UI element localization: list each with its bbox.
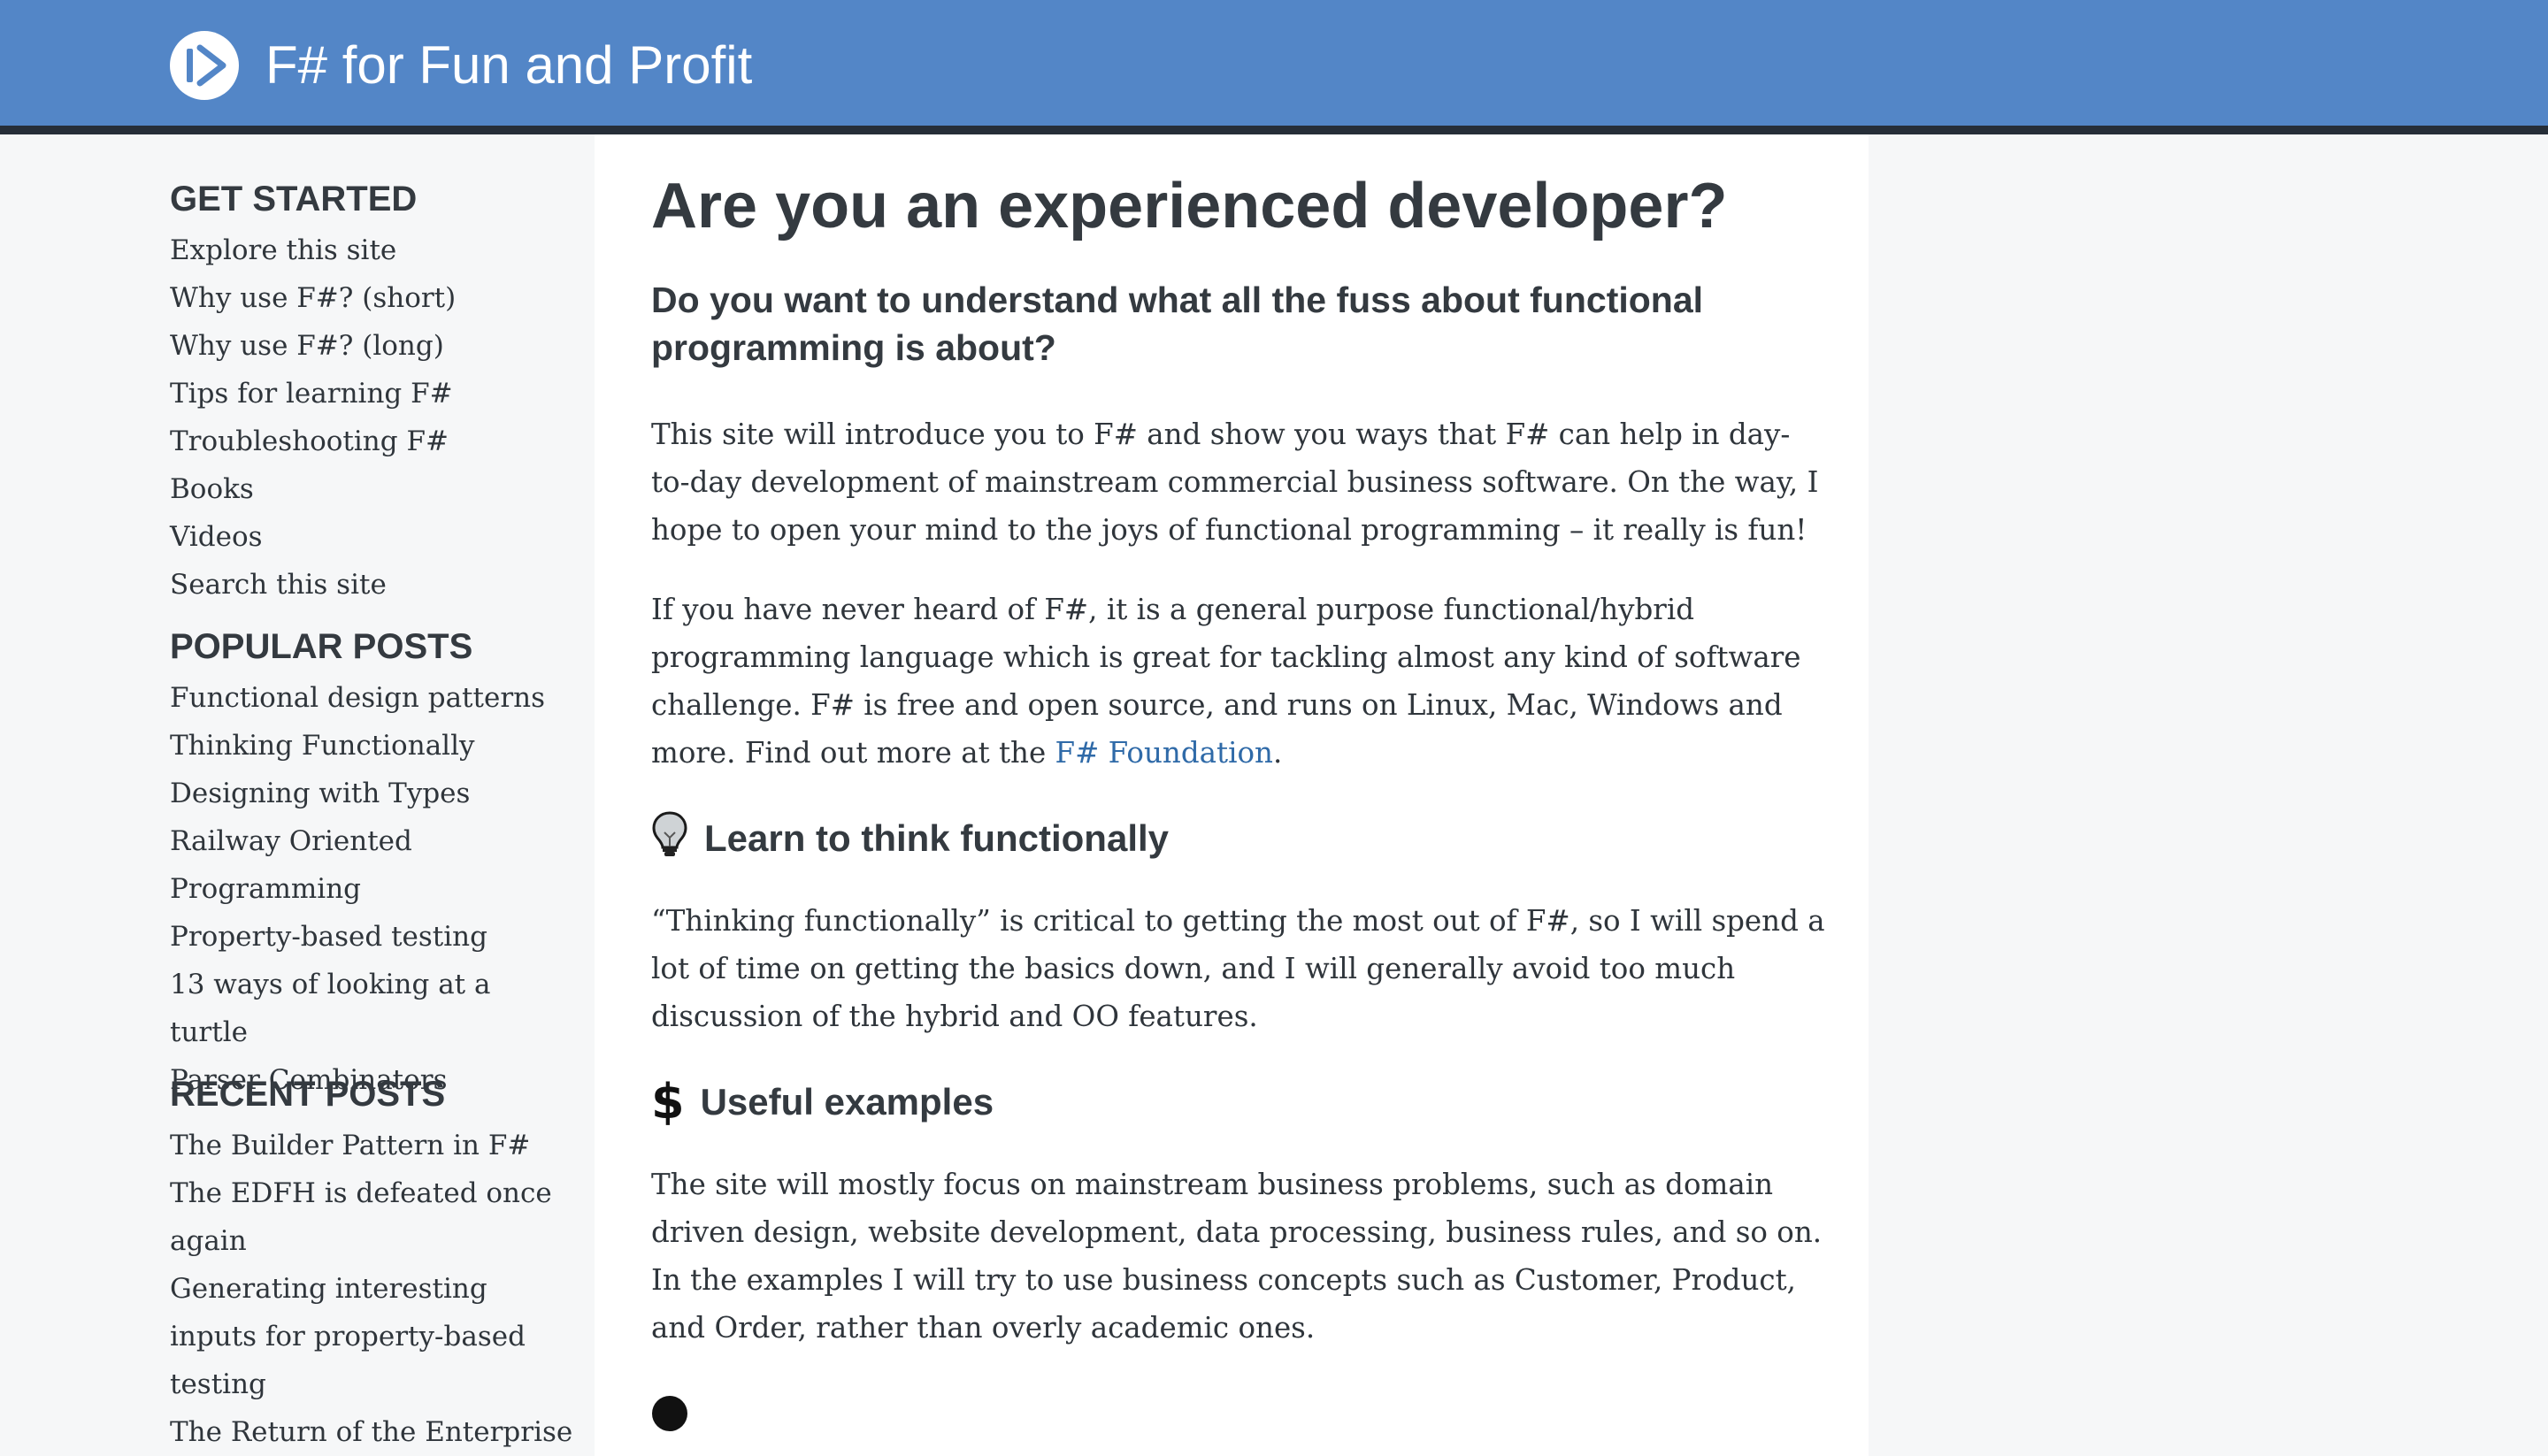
sidebar-item-explore[interactable]: Explore this site bbox=[170, 226, 577, 274]
section-heading-useful-examples: $ Useful examples bbox=[651, 1076, 1828, 1129]
sidebar-item-functional-design-patterns[interactable]: Functional design patterns bbox=[170, 674, 577, 722]
main-content: Are you an experienced developer? Do you… bbox=[595, 134, 1869, 1456]
fsharp-paragraph: If you have never heard of F#, it is a g… bbox=[651, 586, 1828, 777]
sidebar-list-get-started: Explore this site Why use F#? (short) Wh… bbox=[170, 226, 577, 609]
sidebar-item-generating-inputs[interactable]: Generating interesting inputs for proper… bbox=[170, 1265, 577, 1408]
useful-examples-paragraph: The site will mostly focus on mainstream… bbox=[651, 1168, 1823, 1345]
next-section-heading-partial bbox=[651, 1387, 1828, 1440]
fsharp-foundation-link[interactable]: F# Foundation bbox=[1055, 736, 1273, 770]
article: Are you an experienced developer? Do you… bbox=[651, 166, 1828, 1440]
sidebar-item-books[interactable]: Books bbox=[170, 465, 577, 513]
next-section-icon bbox=[652, 1396, 687, 1431]
lightbulb-icon bbox=[651, 811, 688, 866]
sidebar-section-popular-posts: POPULAR POSTS Functional design patterns… bbox=[170, 619, 577, 1104]
sidebar-item-why-short[interactable]: Why use F#? (short) bbox=[170, 274, 577, 322]
think-functionally-paragraph: “Thinking functionally” is critical to g… bbox=[651, 904, 1825, 1033]
sidebar-heading-popular-posts: POPULAR POSTS bbox=[170, 627, 473, 666]
page-title: Are you an experienced developer? bbox=[651, 171, 1728, 241]
sidebar-item-troubleshooting[interactable]: Troubleshooting F# bbox=[170, 418, 577, 465]
sidebar-list-recent-posts: The Builder Pattern in F# The EDFH is de… bbox=[170, 1122, 577, 1456]
sidebar-item-videos[interactable]: Videos bbox=[170, 513, 577, 561]
sidebar-item-tips[interactable]: Tips for learning F# bbox=[170, 370, 577, 418]
sidebar-item-edfh-defeated[interactable]: The EDFH is defeated once again bbox=[170, 1169, 577, 1265]
sidebar-item-why-long[interactable]: Why use F#? (long) bbox=[170, 322, 577, 370]
sidebar-item-railway-oriented[interactable]: Railway Oriented Programming bbox=[170, 817, 577, 913]
sidebar-item-turtle[interactable]: 13 ways of looking at a turtle bbox=[170, 961, 577, 1056]
sidebar-item-search[interactable]: Search this site bbox=[170, 561, 577, 609]
site-logo-icon[interactable] bbox=[170, 31, 239, 100]
sidebar-item-thinking-functionally[interactable]: Thinking Functionally bbox=[170, 722, 577, 770]
dollar-icon: $ bbox=[651, 1074, 685, 1130]
sidebar-list-popular-posts: Functional design patterns Thinking Func… bbox=[170, 674, 577, 1104]
fsharp-paragraph-end: . bbox=[1272, 736, 1283, 770]
section-heading-text: Useful examples bbox=[700, 1081, 994, 1123]
site-header: F# for Fun and Profit bbox=[0, 0, 2548, 134]
sidebar-heading-recent-posts: RECENT POSTS bbox=[170, 1075, 446, 1114]
sidebar-item-designing-with-types[interactable]: Designing with Types bbox=[170, 770, 577, 817]
section-heading-text: Learn to think functionally bbox=[704, 817, 1170, 859]
sidebar-item-property-based-testing[interactable]: Property-based testing bbox=[170, 913, 577, 961]
site-title[interactable]: F# for Fun and Profit bbox=[265, 31, 752, 100]
sidebar-item-return-of-enterprise[interactable]: The Return of the Enterprise bbox=[170, 1408, 577, 1456]
sidebar: GET STARTED Explore this site Why use F#… bbox=[0, 134, 595, 1456]
sidebar-heading-get-started: GET STARTED bbox=[170, 180, 418, 218]
page-subtitle: Do you want to understand what all the f… bbox=[651, 280, 1704, 368]
sidebar-item-builder-pattern[interactable]: The Builder Pattern in F# bbox=[170, 1122, 577, 1169]
intro-paragraph: This site will introduce you to F# and s… bbox=[651, 418, 1819, 547]
sidebar-section-get-started: GET STARTED Explore this site Why use F#… bbox=[170, 172, 577, 609]
section-heading-think-functionally: Learn to think functionally bbox=[651, 811, 1828, 866]
sidebar-section-recent-posts: RECENT POSTS The Builder Pattern in F# T… bbox=[170, 1067, 577, 1456]
